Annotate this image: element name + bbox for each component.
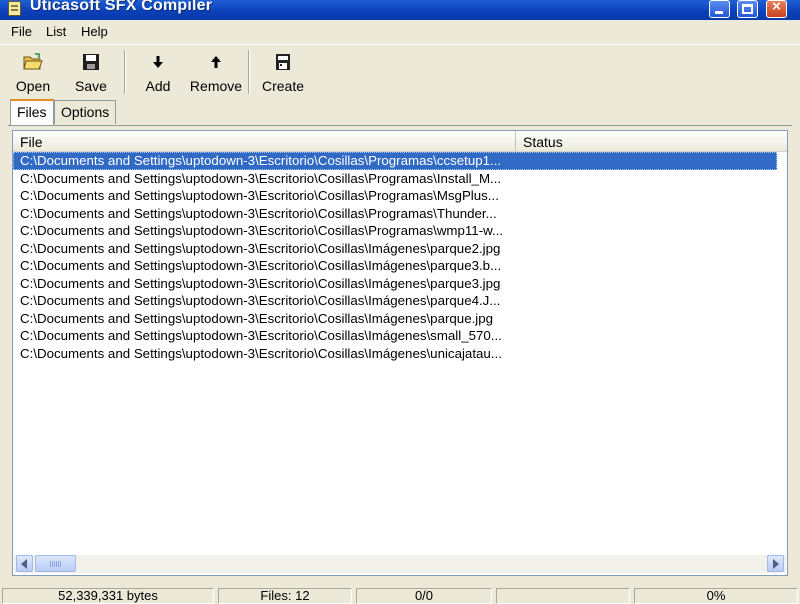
- create-button[interactable]: Create: [258, 49, 308, 95]
- toolbar-separator: [124, 50, 126, 94]
- arrow-up-icon: [211, 56, 221, 68]
- file-list[interactable]: File Status C:\Documents and Settings\up…: [12, 130, 788, 576]
- toolbar-separator: [248, 50, 250, 94]
- close-button[interactable]: ×: [766, 0, 787, 18]
- save-disk-icon: [83, 54, 99, 70]
- tab-files[interactable]: Files: [10, 99, 54, 125]
- table-row[interactable]: C:\Documents and Settings\uptodown-3\Esc…: [13, 327, 777, 345]
- maximize-icon: [742, 4, 753, 14]
- grip-icon: [50, 561, 61, 567]
- add-label: Add: [145, 78, 171, 94]
- minimize-button[interactable]: [709, 0, 730, 18]
- menu-file[interactable]: File: [9, 24, 34, 39]
- save-label: Save: [75, 78, 107, 94]
- status-percent: 0%: [634, 588, 798, 604]
- window-title: Uticasoft SFX Compiler: [30, 0, 213, 14]
- list-rows: C:\Documents and Settings\uptodown-3\Esc…: [13, 152, 787, 362]
- table-row[interactable]: C:\Documents and Settings\uptodown-3\Esc…: [13, 240, 777, 258]
- scroll-right-button[interactable]: [767, 555, 784, 572]
- menu-bar: File List Help: [0, 20, 800, 45]
- close-icon: ×: [772, 0, 781, 15]
- table-row[interactable]: C:\Documents and Settings\uptodown-3\Esc…: [13, 292, 777, 310]
- table-row[interactable]: C:\Documents and Settings\uptodown-3\Esc…: [13, 275, 777, 293]
- compile-package-icon: [276, 54, 290, 70]
- table-row[interactable]: C:\Documents and Settings\uptodown-3\Esc…: [13, 257, 777, 275]
- table-row[interactable]: C:\Documents and Settings\uptodown-3\Esc…: [13, 187, 777, 205]
- table-row[interactable]: C:\Documents and Settings\uptodown-3\Esc…: [13, 222, 777, 240]
- open-label: Open: [15, 78, 51, 94]
- column-header-status[interactable]: Status: [516, 131, 786, 151]
- scroll-thumb[interactable]: [35, 555, 76, 572]
- table-row[interactable]: C:\Documents and Settings\uptodown-3\Esc…: [13, 170, 777, 188]
- create-label: Create: [261, 78, 305, 94]
- tab-panel-border: [8, 125, 792, 126]
- scroll-left-button[interactable]: [16, 555, 33, 572]
- list-header: File Status: [13, 131, 787, 152]
- save-button[interactable]: Save: [68, 49, 114, 95]
- arrow-left-icon: [21, 559, 27, 569]
- status-files: Files: 12: [218, 588, 352, 604]
- status-bar: 52,339,331 bytes Files: 12 0/0 0%: [0, 588, 800, 604]
- minimize-icon: [715, 11, 723, 14]
- horizontal-scrollbar[interactable]: [14, 555, 786, 573]
- table-row[interactable]: C:\Documents and Settings\uptodown-3\Esc…: [13, 205, 777, 223]
- add-button[interactable]: Add: [136, 49, 180, 95]
- remove-label: Remove: [189, 78, 243, 94]
- column-header-file[interactable]: File: [13, 131, 516, 151]
- menu-list[interactable]: List: [44, 24, 68, 39]
- open-folder-icon: [23, 53, 43, 70]
- status-progress-count: 0/0: [356, 588, 492, 604]
- table-row[interactable]: C:\Documents and Settings\uptodown-3\Esc…: [13, 310, 777, 328]
- tab-options[interactable]: Options: [54, 100, 116, 124]
- arrow-down-icon: [153, 56, 163, 68]
- title-bar[interactable]: Uticasoft SFX Compiler ×: [0, 0, 800, 20]
- menu-help[interactable]: Help: [79, 24, 110, 39]
- table-row[interactable]: C:\Documents and Settings\uptodown-3\Esc…: [13, 152, 777, 170]
- app-icon: [8, 1, 21, 16]
- open-button[interactable]: Open: [10, 49, 56, 95]
- maximize-button[interactable]: [737, 0, 758, 18]
- tab-strip: Files Options: [0, 99, 800, 126]
- status-blank: [496, 588, 630, 604]
- arrow-right-icon: [773, 559, 779, 569]
- toolbar: Open Save Add Remove Create: [0, 45, 800, 97]
- remove-button[interactable]: Remove: [188, 49, 244, 95]
- table-row[interactable]: C:\Documents and Settings\uptodown-3\Esc…: [13, 345, 777, 363]
- status-size: 52,339,331 bytes: [2, 588, 214, 604]
